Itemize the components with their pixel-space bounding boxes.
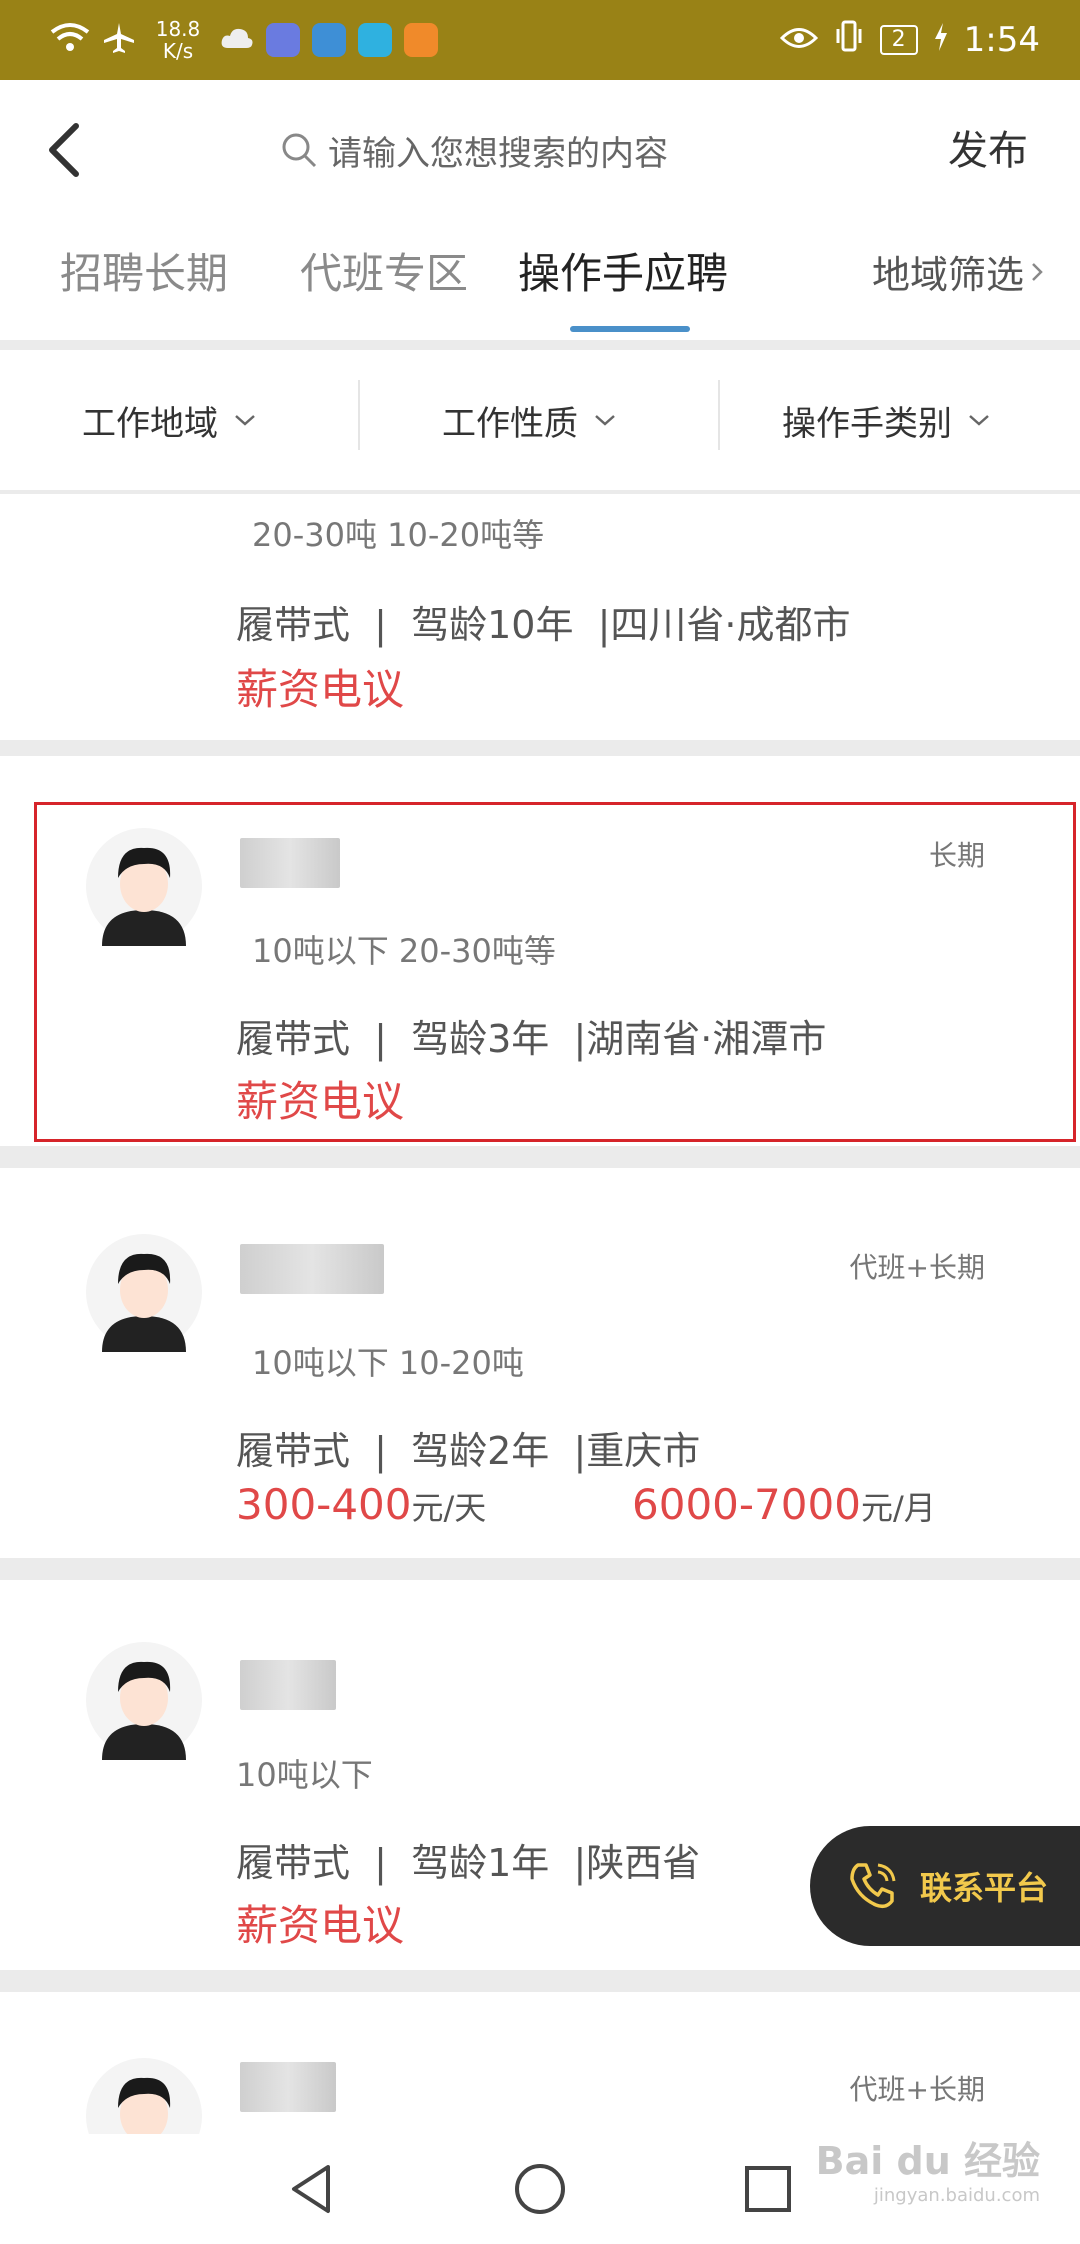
back-button[interactable] (38, 110, 98, 190)
monthly-price-unit: 元/月 (860, 1489, 936, 1527)
network-speed: 18.8 K/s (148, 18, 208, 62)
browser-app-icon (312, 23, 346, 57)
tonnage-range: 10吨以下 (236, 1756, 373, 1794)
chevron-down-icon (595, 415, 615, 426)
baidu-watermark: Bai du 经验 jingyan.baidu.com (816, 2130, 1040, 2206)
watermark-main: Bai du 经验 (815, 2139, 1040, 2183)
operator-name-blurred (240, 1660, 336, 1710)
bulb-app-icon (358, 23, 392, 57)
filter-label: 操作手类别 (782, 403, 952, 444)
daily-price-unit: 元/天 (411, 1489, 487, 1527)
avatar (86, 1234, 202, 1352)
watermark-sub: jingyan.baidu.com (873, 2185, 1040, 2206)
job-type-tag: 代班+长期 (849, 1251, 985, 1284)
airplane-icon (102, 21, 136, 59)
cloud-icon (220, 26, 254, 54)
tonnage-range: 10吨以下 10-20吨 (252, 1344, 524, 1382)
search-placeholder: 请输入您想搜索的内容 (328, 133, 668, 174)
header: 请输入您想搜索的内容 发布 招聘长期 代班专区 操作手应聘 地域筛选 (0, 80, 1080, 340)
monthly-price: 6000-7000元/月 (632, 1480, 936, 1529)
app-screen: 18.8 K/s 2 1:54 请输入您想搜索的内容 发布 招聘长期 代班专区 … (0, 0, 1080, 2244)
contact-label: 联系平台 (920, 1869, 1049, 1907)
salary: 薪资电议 (236, 1901, 405, 1950)
filter-label: 工作地域 (82, 403, 218, 444)
tab-region-label: 地域筛选 (871, 253, 1024, 297)
list-item[interactable]: 代班+长期 (0, 1992, 1080, 2174)
list-item[interactable]: 代班+长期 10吨以下 10-20吨 履带式 | 驾龄2年 |重庆市 300-4… (0, 1168, 1080, 1558)
tab-bar: 招聘长期 代班专区 操作手应聘 地域筛选 (0, 230, 1080, 340)
salary: 薪资电议 (236, 665, 405, 714)
operator-name-blurred (240, 2062, 336, 2112)
nav-recents-icon[interactable] (738, 2159, 798, 2219)
filter-work-type[interactable]: 工作性质 (442, 350, 618, 490)
daily-price-value: 300-400 (236, 1480, 412, 1529)
nav-home-icon[interactable] (510, 2159, 570, 2219)
filter-operator-category[interactable]: 操作手类别 (782, 350, 992, 490)
tab-region-filter[interactable]: 地域筛选 (872, 244, 1044, 299)
back-arrow-icon (49, 123, 79, 177)
contact-platform-button[interactable]: 联系平台 (810, 1826, 1080, 1946)
vibrate-icon (834, 19, 864, 62)
chevron-down-icon (969, 415, 989, 426)
speed-value: 18.8 (155, 17, 201, 41)
divider (718, 380, 720, 450)
search-input[interactable]: 请输入您想搜索的内容 (280, 120, 668, 180)
video-app-icon (404, 23, 438, 57)
operator-details: 履带式 | 驾龄2年 |重庆市 (236, 1429, 701, 1473)
eye-icon (779, 20, 818, 60)
sim-badge: 2 (879, 25, 918, 55)
wifi-icon (50, 22, 90, 58)
daily-price: 300-400元/天 (236, 1480, 486, 1529)
filter-bar: 工作地域 工作性质 操作手类别 (0, 350, 1080, 490)
search-icon (282, 133, 317, 168)
active-tab-indicator (570, 326, 690, 332)
tab-substitute-zone[interactable]: 代班专区 (300, 240, 468, 301)
status-bar: 18.8 K/s 2 1:54 (0, 0, 1080, 80)
job-type-tag: 代班+长期 (849, 2073, 985, 2106)
avatar (86, 1642, 202, 1760)
charging-icon (934, 20, 948, 60)
chevron-down-icon (235, 415, 255, 426)
operator-details: 履带式 | 驾龄10年 |四川省·成都市 (236, 603, 851, 647)
list-item[interactable]: 20-30吨 10-20吨等 履带式 | 驾龄10年 |四川省·成都市 薪资电议 (0, 494, 1080, 740)
publish-button[interactable]: 发布 (948, 118, 1028, 176)
tab-recruit-long-term[interactable]: 招聘长期 (60, 240, 228, 301)
divider (358, 380, 360, 450)
filter-label: 工作性质 (442, 403, 578, 444)
filter-work-region[interactable]: 工作地域 (82, 350, 258, 490)
speed-unit: K/s (162, 39, 194, 63)
nav-back-icon[interactable] (282, 2159, 342, 2219)
operator-name-blurred (240, 1244, 384, 1294)
highlight-box (34, 802, 1076, 1142)
operator-details: 履带式 | 驾龄1年 |陕西省 (236, 1841, 701, 1885)
clock: 1:54 (963, 20, 1040, 60)
tonnage-range: 20-30吨 10-20吨等 (252, 516, 545, 554)
tab-operator-apply[interactable]: 操作手应聘 (518, 240, 728, 301)
music-app-icon (266, 23, 300, 57)
chevron-right-icon (1032, 262, 1043, 281)
monthly-price-value: 6000-7000 (632, 1480, 861, 1529)
phone-icon (850, 1863, 896, 1909)
